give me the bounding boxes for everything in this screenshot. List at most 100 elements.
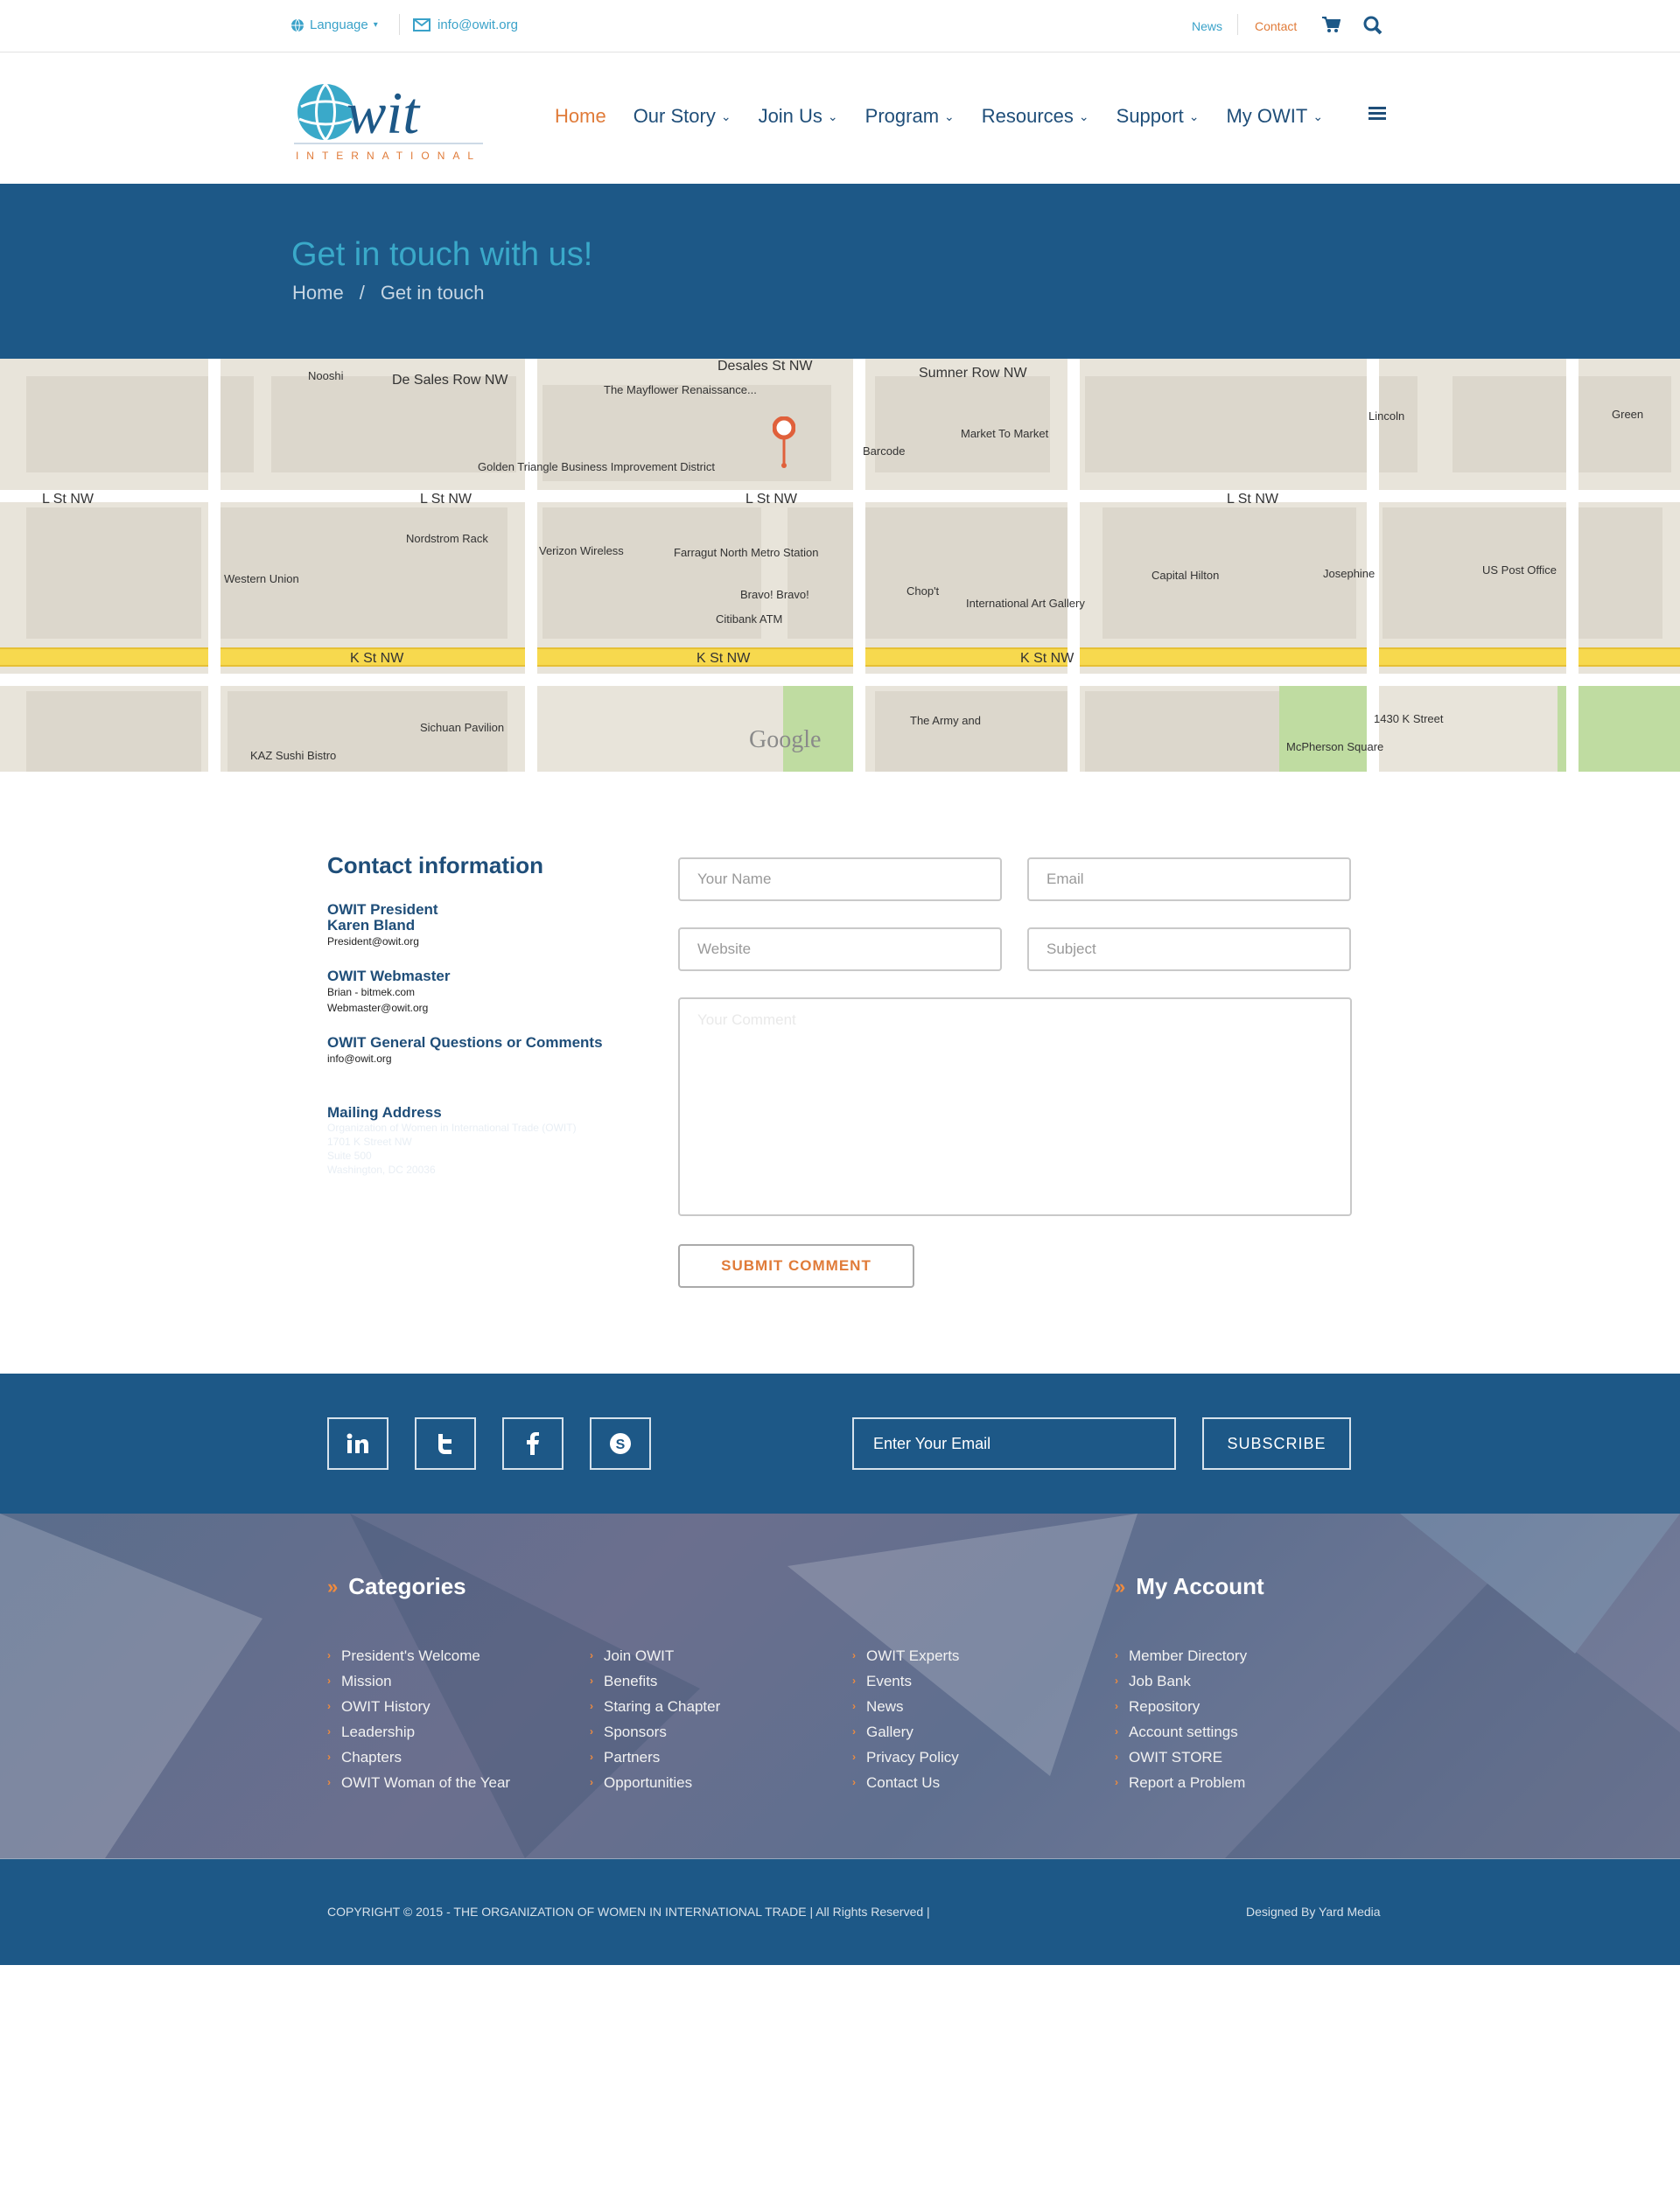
- nav-label: Home: [555, 105, 606, 127]
- map-label: Chop't: [906, 584, 940, 598]
- map-label: 1430 K Street: [1374, 712, 1444, 725]
- location-map[interactable]: Desales St NW Sumner Row NW De Sales Row…: [0, 359, 1680, 772]
- footer-link[interactable]: › OWIT Experts: [852, 1643, 959, 1668]
- footer-link[interactable]: › Events: [852, 1668, 959, 1694]
- chevron-right-icon: ›: [590, 1725, 593, 1738]
- double-chevron-icon: »: [1115, 1575, 1126, 1598]
- chevron-right-icon: ›: [1115, 1725, 1118, 1738]
- website-input[interactable]: [678, 927, 1002, 971]
- footer-link[interactable]: › Chapters: [327, 1745, 510, 1770]
- footer-link[interactable]: › Repository: [1115, 1694, 1247, 1719]
- nav-label: Our Story: [633, 105, 716, 127]
- link-label: Events: [866, 1673, 912, 1689]
- link-label: Sponsors: [604, 1724, 667, 1740]
- map-label: De Sales Row NW: [392, 373, 508, 388]
- map-label: K St NW: [1020, 651, 1074, 666]
- chevron-right-icon: ›: [590, 1700, 593, 1712]
- footer-link[interactable]: › OWIT History: [327, 1694, 510, 1719]
- map-label: Verizon Wireless: [539, 544, 624, 557]
- contact-email[interactable]: Webmaster@owit.org: [327, 1000, 660, 1016]
- chevron-right-icon: ›: [1115, 1649, 1118, 1661]
- footer-link[interactable]: › Opportunities: [590, 1770, 720, 1795]
- footer-link[interactable]: › Leadership: [327, 1719, 510, 1745]
- map-label: International Art Gallery: [966, 597, 1085, 610]
- news-link[interactable]: News: [1192, 19, 1222, 33]
- nav-resources[interactable]: Resources ⌄: [982, 105, 1089, 128]
- svg-text:wit: wit: [346, 80, 421, 146]
- chevron-right-icon: ›: [590, 1649, 593, 1661]
- nav-join-us[interactable]: Join Us ⌄: [759, 105, 838, 128]
- skype-icon[interactable]: S: [590, 1417, 651, 1470]
- divider: [399, 14, 400, 35]
- footer-link[interactable]: › Report a Problem: [1115, 1770, 1247, 1795]
- email-label: info@owit.org: [438, 17, 518, 32]
- map-label: Josephine: [1323, 567, 1376, 580]
- language-selector[interactable]: Language ▾: [290, 17, 378, 32]
- footer-link[interactable]: › Contact Us: [852, 1770, 959, 1795]
- linkedin-icon[interactable]: [327, 1417, 388, 1470]
- search-icon[interactable]: [1363, 16, 1382, 39]
- nav-home[interactable]: Home: [555, 105, 606, 128]
- breadcrumb-current: Get in touch: [380, 282, 485, 304]
- newsletter-email-input[interactable]: [852, 1417, 1176, 1470]
- footer-link[interactable]: › Job Bank: [1115, 1668, 1247, 1694]
- cart-icon[interactable]: [1321, 16, 1341, 38]
- contact-email[interactable]: President@owit.org: [327, 934, 660, 949]
- facebook-icon[interactable]: [502, 1417, 564, 1470]
- nav-label: My OWIT: [1226, 105, 1308, 127]
- chevron-right-icon: ›: [327, 1751, 331, 1763]
- designer-credit[interactable]: Designed By Yard Media: [1246, 1905, 1381, 1919]
- footer-link[interactable]: › Member Directory: [1115, 1643, 1247, 1668]
- footer-link[interactable]: › Staring a Chapter: [590, 1694, 720, 1719]
- footer-link[interactable]: › Account settings: [1115, 1719, 1247, 1745]
- link-label: OWIT Woman of the Year: [341, 1774, 511, 1791]
- map-pin-icon[interactable]: [772, 416, 796, 473]
- footer-link[interactable]: › Privacy Policy: [852, 1745, 959, 1770]
- envelope-icon: [413, 18, 430, 31]
- footer-link[interactable]: › Benefits: [590, 1668, 720, 1694]
- submit-comment-button[interactable]: SUBMIT COMMENT: [678, 1244, 914, 1288]
- contact-line: Brian - bitmek.com: [327, 986, 416, 998]
- twitter-icon[interactable]: [415, 1417, 476, 1470]
- subscribe-button[interactable]: SUBSCRIBE: [1202, 1417, 1351, 1470]
- my-account-heading: » My Account: [1115, 1573, 1264, 1600]
- owit-logo[interactable]: wit INTERNATIONAL: [292, 72, 485, 168]
- footer-link[interactable]: › OWIT Woman of the Year: [327, 1770, 510, 1795]
- footer-link[interactable]: › OWIT STORE: [1115, 1745, 1247, 1770]
- nav-my-owit[interactable]: My OWIT ⌄: [1226, 105, 1323, 128]
- footer-link[interactable]: › Sponsors: [590, 1719, 720, 1745]
- chevron-down-icon: ⌄: [1312, 108, 1324, 123]
- footer-column-2: › Join OWIT › Benefits › Staring a Chapter …: [590, 1643, 720, 1795]
- logo-subtitle: INTERNATIONAL: [296, 150, 481, 162]
- footer-link[interactable]: › Mission: [327, 1668, 510, 1694]
- footer-link[interactable]: › President's Welcome: [327, 1643, 510, 1668]
- name-input[interactable]: [678, 857, 1002, 901]
- chevron-right-icon: ›: [327, 1725, 331, 1738]
- nav-our-story[interactable]: Our Story ⌄: [634, 105, 732, 128]
- chevron-right-icon: ›: [590, 1776, 593, 1788]
- chevron-right-icon: ›: [327, 1700, 331, 1712]
- footer-link[interactable]: › Partners: [590, 1745, 720, 1770]
- chevron-right-icon: ›: [852, 1776, 856, 1788]
- contact-block-general: OWIT General Questions or Comments info@…: [327, 1035, 660, 1067]
- chevron-right-icon: ›: [590, 1751, 593, 1763]
- nav-support[interactable]: Support ⌄: [1116, 105, 1200, 128]
- contact-link[interactable]: Contact: [1255, 19, 1297, 33]
- google-watermark: Google: [749, 726, 822, 753]
- footer-link[interactable]: › Gallery: [852, 1719, 959, 1745]
- email-input[interactable]: [1027, 857, 1351, 901]
- footer-link[interactable]: › Join OWIT: [590, 1643, 720, 1668]
- map-label: Lincoln: [1368, 409, 1405, 423]
- nav-program[interactable]: Program ⌄: [865, 105, 955, 128]
- hamburger-menu-icon[interactable]: [1368, 107, 1386, 121]
- email-link[interactable]: info@owit.org: [413, 17, 518, 32]
- map-label: Sichuan Pavilion: [420, 721, 505, 734]
- link-label: OWIT Experts: [866, 1647, 960, 1664]
- footer-link[interactable]: › News: [852, 1694, 959, 1719]
- subject-input[interactable]: [1027, 927, 1351, 971]
- breadcrumb-home[interactable]: Home: [292, 282, 344, 304]
- map-label: Barcode: [863, 444, 906, 458]
- map-label: US Post Office: [1482, 563, 1558, 577]
- comment-textarea[interactable]: [678, 997, 1352, 1216]
- contact-email[interactable]: info@owit.org: [327, 1051, 660, 1067]
